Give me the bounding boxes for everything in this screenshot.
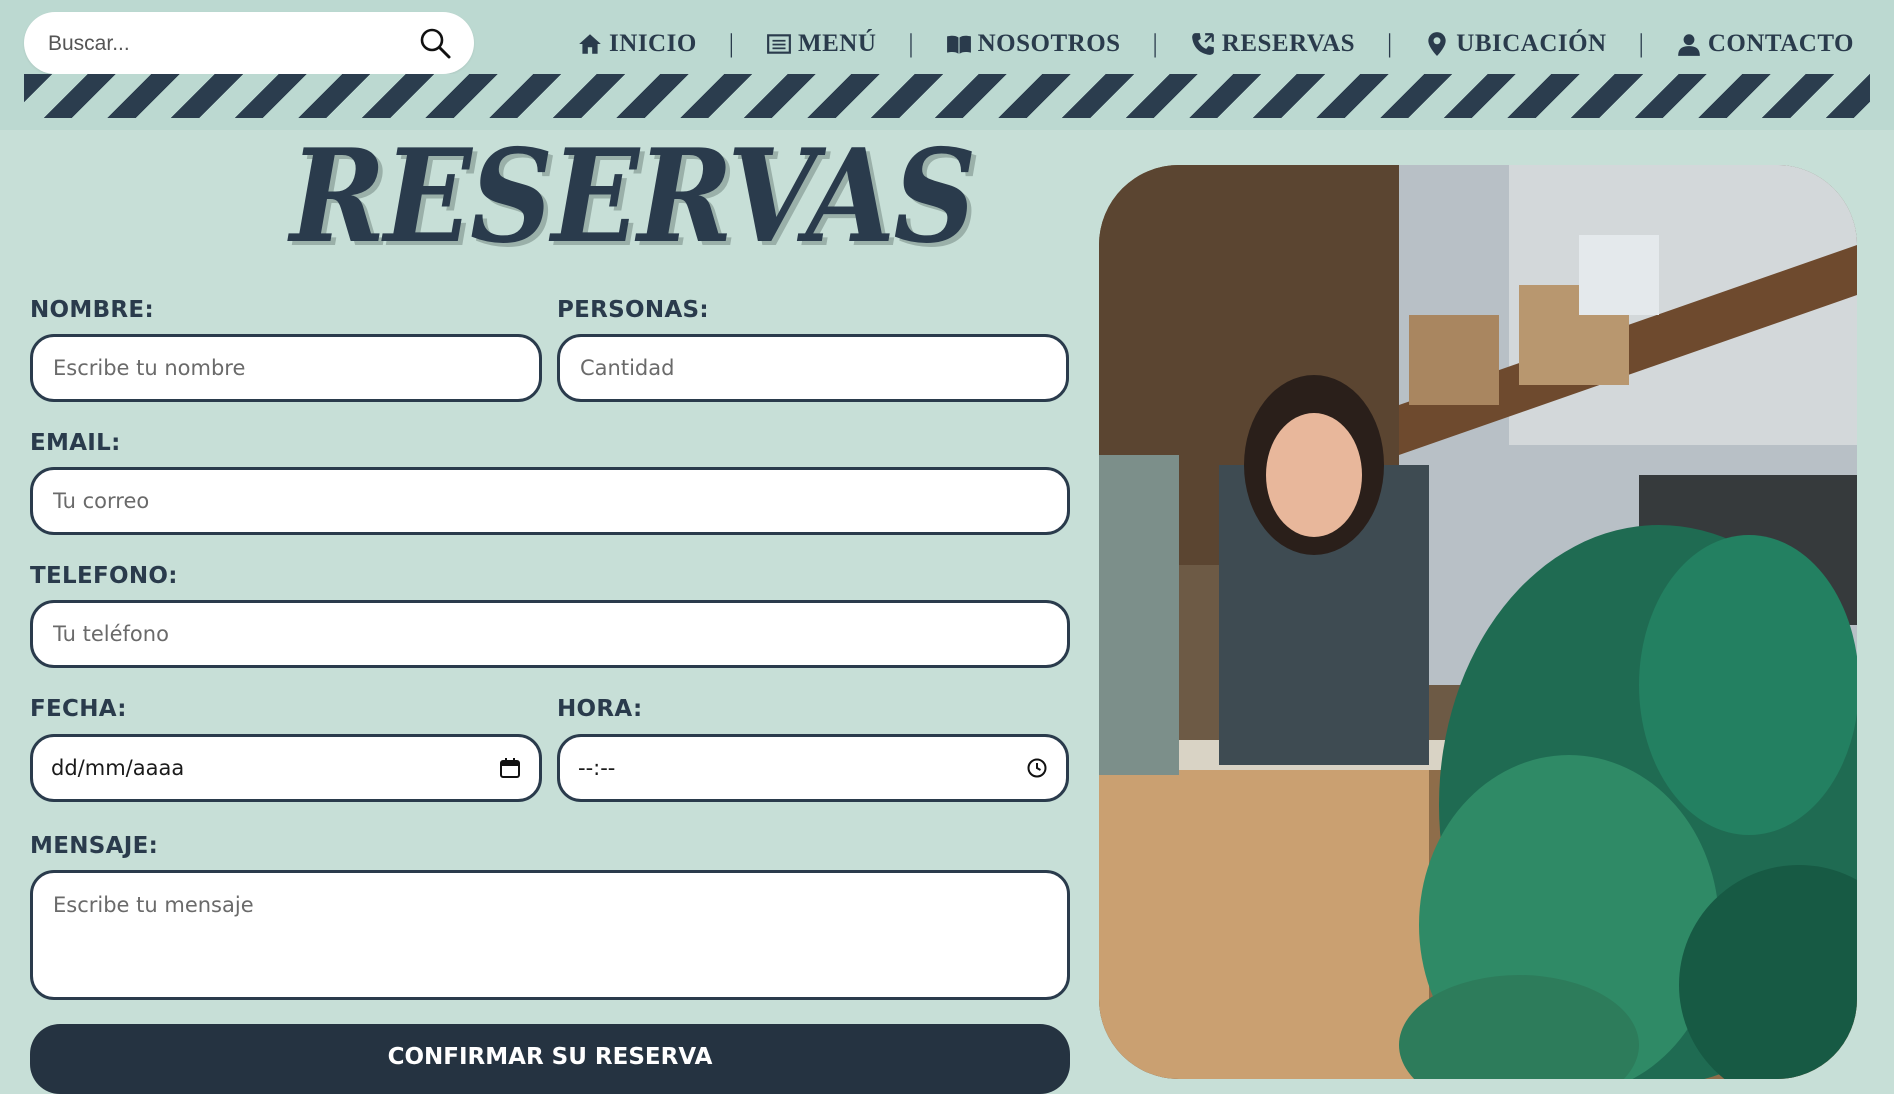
page-title: RESERVAS xyxy=(290,122,977,272)
nav-separator: | xyxy=(1152,29,1158,58)
nav-separator: | xyxy=(908,29,914,58)
hora-input[interactable]: --:-- xyxy=(557,734,1069,802)
nav-separator: | xyxy=(728,29,734,58)
fecha-value: dd/mm/aaaa xyxy=(51,756,185,780)
nombre-label: NOMBRE: xyxy=(30,297,154,323)
search-box xyxy=(24,12,474,74)
nav-item-reservas[interactable]: RESERVAS xyxy=(1190,30,1355,58)
mensaje-field xyxy=(30,870,1070,1000)
mensaje-input[interactable] xyxy=(51,891,1049,985)
nav-item-ubicacion[interactable]: UBICACIÓN xyxy=(1424,30,1606,58)
clock-icon[interactable] xyxy=(1026,757,1048,779)
search-input[interactable] xyxy=(46,22,410,66)
search-icon[interactable] xyxy=(418,26,452,60)
nav-separator: | xyxy=(1638,29,1644,58)
nav-label-contacto: CONTACTO xyxy=(1707,30,1854,57)
location-pin-icon xyxy=(1428,32,1446,56)
nav-label-reservas: RESERVAS xyxy=(1221,30,1356,57)
main-nav: INICIO | MENÚ | NOSOTROS | RESERVAS | UB… xyxy=(577,24,1854,64)
email-input[interactable] xyxy=(51,488,1049,514)
telefono-input[interactable] xyxy=(51,621,1049,647)
nav-item-contacto[interactable]: CONTACTO xyxy=(1676,30,1854,58)
nombre-input[interactable] xyxy=(51,355,521,381)
mensaje-label: MENSAJE: xyxy=(30,833,159,859)
nombre-field xyxy=(30,334,542,402)
striped-divider xyxy=(24,74,1870,118)
email-label: EMAIL: xyxy=(30,430,121,456)
telefono-label: TELEFONO: xyxy=(30,563,178,589)
personas-label: PERSONAS: xyxy=(557,297,709,323)
phone-icon xyxy=(1191,33,1214,55)
nav-separator: | xyxy=(1387,29,1393,58)
nav-label-ubicacion: UBICACIÓN xyxy=(1456,30,1607,57)
fecha-label: FECHA: xyxy=(30,696,127,722)
home-icon xyxy=(579,34,601,54)
nav-item-nosotros[interactable]: NOSOTROS xyxy=(946,30,1121,58)
nav-label-nosotros: NOSOTROS xyxy=(977,30,1121,57)
cafe-photo xyxy=(1099,165,1857,1079)
calendar-icon[interactable] xyxy=(499,757,521,779)
nav-label-menu: MENÚ xyxy=(798,30,877,57)
book-icon xyxy=(946,35,971,54)
hora-value: --:-- xyxy=(578,756,616,780)
email-field xyxy=(30,467,1070,535)
fecha-input[interactable]: dd/mm/aaaa xyxy=(30,734,542,802)
nav-item-menu[interactable]: MENÚ xyxy=(766,30,876,58)
user-icon xyxy=(1678,34,1700,56)
nav-item-inicio[interactable]: INICIO xyxy=(577,30,697,58)
personas-field xyxy=(557,334,1069,402)
confirm-reservation-button[interactable]: CONFIRMAR SU RESERVA xyxy=(30,1024,1070,1094)
telefono-field xyxy=(30,600,1070,668)
nav-label-inicio: INICIO xyxy=(609,30,697,57)
personas-input[interactable] xyxy=(578,355,1048,381)
list-icon xyxy=(767,34,791,54)
hora-label: HORA: xyxy=(557,696,643,722)
